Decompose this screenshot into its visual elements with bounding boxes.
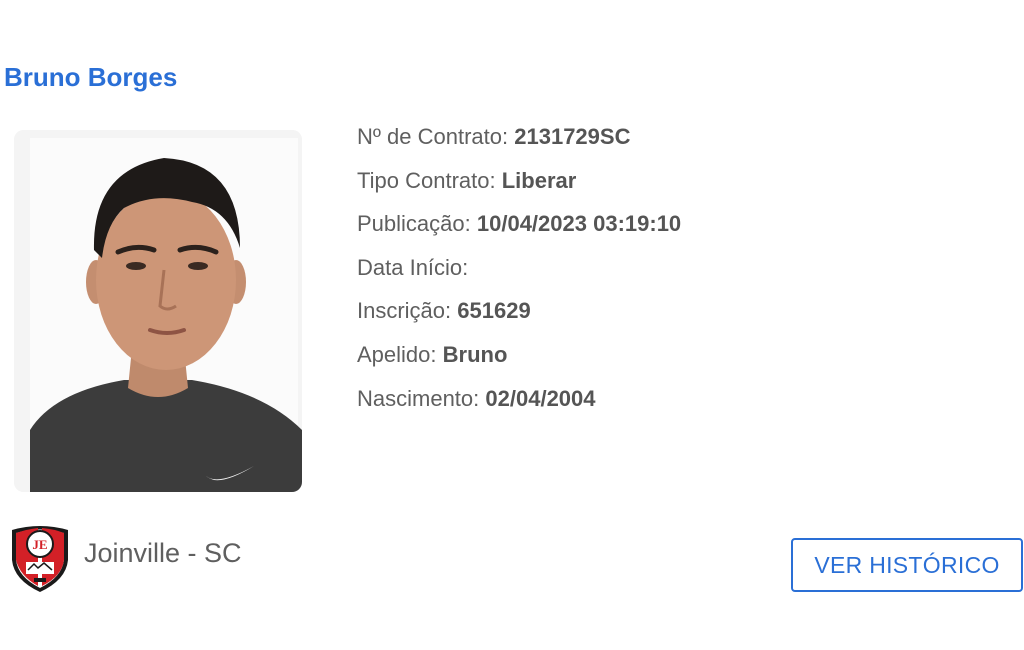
detail-label: Inscrição: (357, 298, 452, 324)
detail-value: 02/04/2004 (485, 385, 596, 411)
detail-publication: Publicação: 10/04/2023 03:19:10 (357, 206, 681, 250)
player-photo (14, 130, 302, 492)
detail-registration: Inscrição: 651629 (357, 293, 681, 337)
player-name-link[interactable]: Bruno Borges (4, 62, 177, 93)
player-portrait-image (14, 130, 302, 492)
svg-text:JE: JE (32, 537, 47, 552)
view-history-button[interactable]: VER HISTÓRICO (791, 538, 1023, 592)
detail-contract-type: Tipo Contrato: Liberar (357, 163, 681, 207)
detail-label: Data Início: (357, 254, 469, 280)
detail-value: Liberar (501, 167, 577, 193)
detail-label: Tipo Contrato: (357, 167, 496, 193)
detail-value: 10/04/2023 03:19:10 (476, 211, 682, 237)
detail-nickname: Apelido: Bruno (357, 337, 681, 381)
club-crest-icon: JE (8, 520, 72, 594)
detail-value: Bruno (442, 341, 508, 367)
detail-label: Apelido: (357, 341, 437, 367)
detail-label: Publicação: (357, 211, 471, 237)
detail-label: Nascimento: (357, 385, 480, 411)
detail-contract-number: Nº de Contrato: 2131729SC (357, 119, 681, 163)
club-name: Joinville - SC (84, 538, 242, 568)
detail-birth-date: Nascimento: 02/04/2004 (357, 381, 681, 425)
contract-details-list: Nº de Contrato: 2131729SC Tipo Contrato:… (357, 119, 681, 424)
detail-label: Nº de Contrato: (357, 124, 509, 149)
detail-start-date: Data Início: (357, 250, 681, 294)
detail-value: 2131729SC (514, 124, 631, 149)
detail-value: 651629 (457, 298, 531, 324)
